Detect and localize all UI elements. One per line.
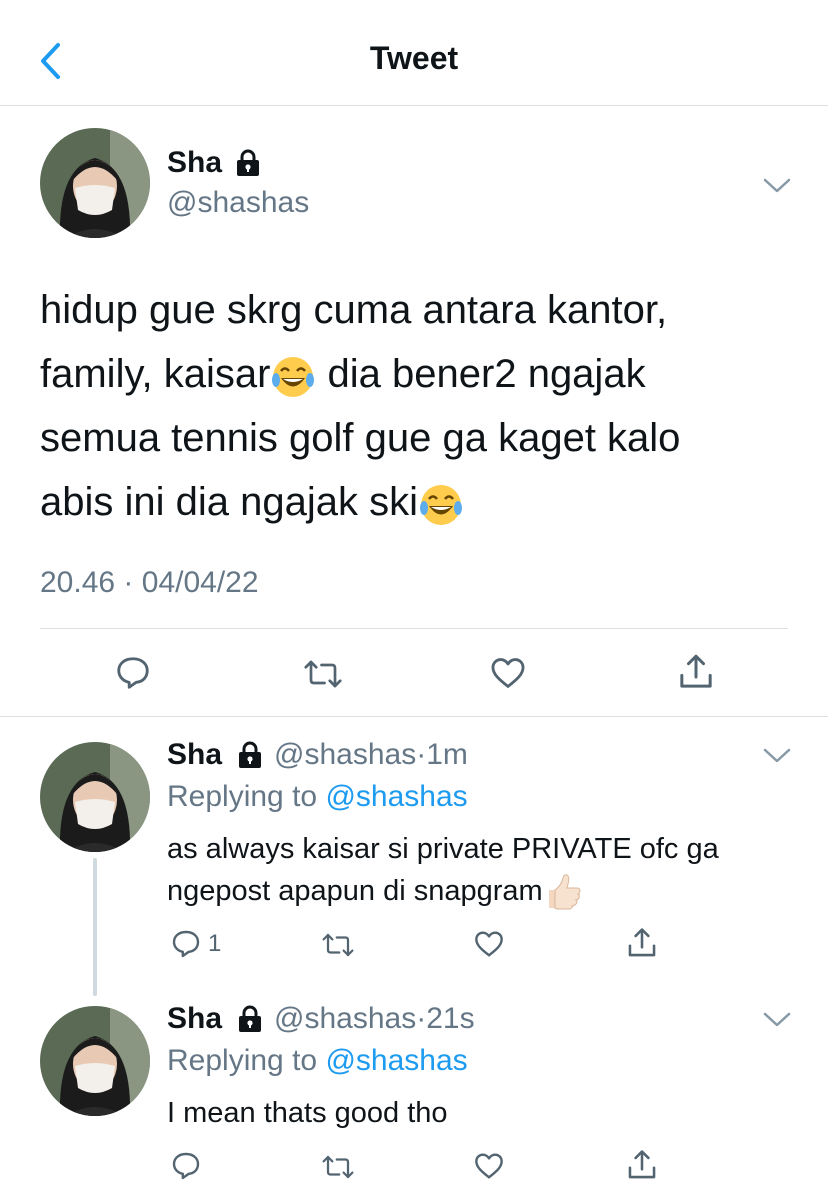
lock-icon <box>239 1005 262 1032</box>
reply-line: I mean thats good tho <box>167 1097 448 1129</box>
share-button[interactable] <box>625 926 659 960</box>
lock-icon <box>239 741 262 768</box>
thread-connector <box>93 858 97 996</box>
like-button[interactable] <box>472 928 506 960</box>
retweet-icon <box>304 660 342 688</box>
like-button[interactable] <box>472 1150 506 1182</box>
replying-to-label: Replying to <box>167 1044 318 1077</box>
tweet-date: 04/04/22 <box>141 566 259 599</box>
replying-to-handle[interactable]: @shashas <box>325 1044 467 1077</box>
reply-header: Sha @shashas · 21s <box>167 1002 475 1036</box>
tweet-line: hidup gue skrg cuma antara kantor, <box>40 288 668 332</box>
lock-icon <box>237 149 260 176</box>
tweet-time: 20.46 <box>40 566 116 599</box>
share-icon <box>628 928 656 957</box>
author-handle[interactable]: @shashas <box>274 1002 416 1036</box>
retweet-icon <box>322 1155 354 1179</box>
heart-icon <box>475 1153 503 1179</box>
reply-text: as always kaisar si private PRIVATE ofc … <box>167 828 787 912</box>
meta-separator: · <box>416 1002 427 1035</box>
reply-header: Sha @shashas · 1m <box>167 738 468 772</box>
tweet-timestamp[interactable]: 20.46 · 04/04/22 <box>40 566 259 600</box>
divider <box>40 628 788 629</box>
page-title: Tweet <box>369 40 459 76</box>
share-icon <box>680 654 712 688</box>
reply-button[interactable] <box>170 1150 202 1182</box>
chevron-down-icon[interactable] <box>762 1010 792 1030</box>
retweet-button[interactable] <box>321 930 355 960</box>
tweet-text: hidup gue skrg cuma antara kantor, famil… <box>40 278 800 534</box>
retweet-button[interactable] <box>303 656 343 692</box>
tweet-line: semua tennis golf gue ga kaget kalo <box>40 416 681 460</box>
reply-line: ngepost apapun di snapgram <box>167 870 787 912</box>
heart-icon <box>475 931 503 957</box>
reply-time: 21s <box>426 1002 475 1035</box>
share-icon <box>628 1150 656 1179</box>
avatar[interactable] <box>40 742 150 852</box>
tweet-line: family, kaisar dia bener2 ngajak <box>40 342 800 406</box>
reply-count: 1 <box>208 930 222 957</box>
retweet-icon <box>322 933 354 957</box>
reply-icon <box>117 657 149 689</box>
laughing-emoji-icon <box>272 357 315 398</box>
heart-icon <box>491 658 525 688</box>
replying-to: Replying to @shashas <box>167 1044 468 1078</box>
laughing-emoji-icon <box>420 485 462 526</box>
replying-to-label: Replying to <box>167 780 318 813</box>
author-name: Sha <box>167 738 223 771</box>
author-handle[interactable]: @shashas <box>167 186 309 220</box>
share-button[interactable] <box>625 1148 659 1182</box>
meta-separator: · <box>123 566 134 599</box>
author-name: Sha <box>167 146 223 179</box>
replying-to: Replying to @shashas <box>167 780 468 814</box>
replying-to-handle[interactable]: @shashas <box>325 780 467 813</box>
reply-button[interactable]: 1 <box>170 928 221 960</box>
reply-icon <box>172 1152 200 1180</box>
divider <box>0 716 828 717</box>
reply-text: I mean thats good tho <box>167 1092 787 1134</box>
reply-time: 1m <box>426 738 468 771</box>
author-handle[interactable]: @shashas <box>274 738 416 772</box>
reply-button[interactable] <box>114 654 152 692</box>
reply-icon <box>172 930 200 958</box>
top-bar: Tweet <box>0 0 828 106</box>
author-name: Sha <box>167 1002 223 1035</box>
reply-line: as always kaisar si private PRIVATE ofc … <box>167 833 719 865</box>
thumbs-up-emoji-icon <box>548 874 581 910</box>
like-button[interactable] <box>488 654 528 692</box>
meta-separator: · <box>416 738 427 771</box>
avatar[interactable] <box>40 1006 150 1116</box>
share-button[interactable] <box>676 652 716 692</box>
retweet-button[interactable] <box>321 1152 355 1182</box>
avatar[interactable] <box>40 128 150 238</box>
tweet-line: abis ini dia ngajak ski <box>40 470 800 534</box>
chevron-down-icon[interactable] <box>762 746 792 766</box>
chevron-down-icon[interactable] <box>762 176 792 196</box>
author-name-row: Sha <box>167 146 260 180</box>
